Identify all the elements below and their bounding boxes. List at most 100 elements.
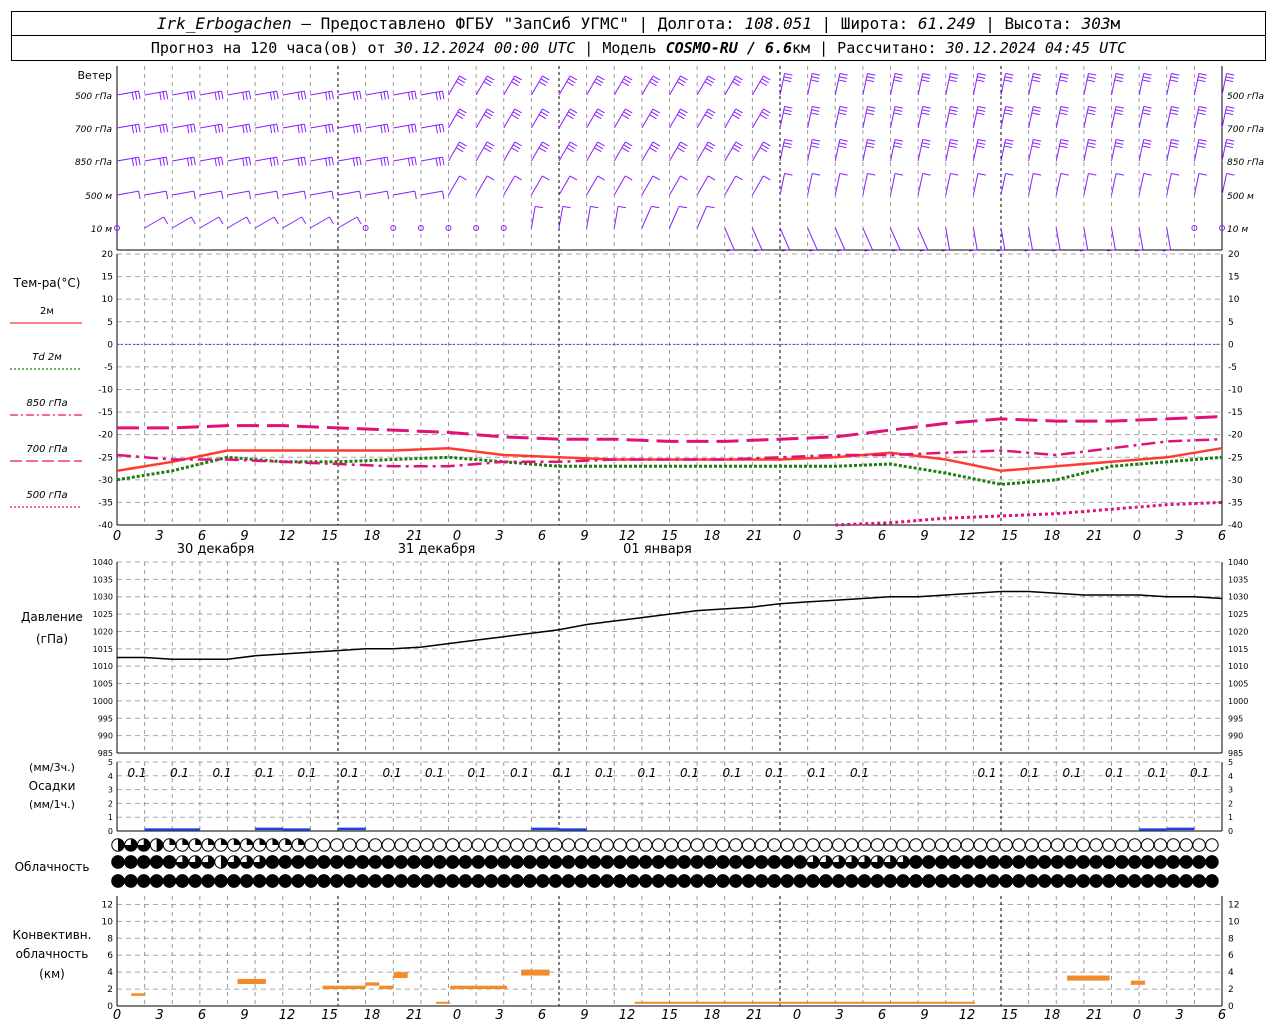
wind-barb-flag <box>1225 145 1234 149</box>
wind-barb-flag <box>595 111 604 117</box>
wind-barb-flag <box>1226 138 1235 142</box>
conv-hour-label: 15 <box>321 1008 338 1023</box>
wind-barb-staff <box>503 175 516 196</box>
wind-barb-flag <box>1198 105 1207 109</box>
conv-ytick-right: 8 <box>1228 934 1234 944</box>
precip-bar <box>282 828 311 831</box>
cloud-upper-icon <box>960 838 975 852</box>
cloud-upper-icon <box>433 838 447 852</box>
cloud-lower-icon-fill <box>445 874 460 888</box>
cloud-middle-icon-fill <box>220 855 228 869</box>
conv-hour-label: 12 <box>959 1008 976 1023</box>
wind-barb-flag <box>625 141 633 147</box>
wind-barb-staff <box>1083 173 1089 196</box>
wind-barb-flag <box>459 108 467 114</box>
wind-barb-flag <box>1143 105 1152 109</box>
wind-barb-flag <box>650 78 659 84</box>
wind-barb-flag <box>894 172 904 176</box>
precip-bar <box>559 828 587 831</box>
cloud-upper-icon <box>626 838 640 852</box>
wind-barb-flag <box>784 172 793 176</box>
cloud-upper-icon <box>355 838 370 852</box>
wind-barb-flag <box>865 145 875 149</box>
cloud-middle-icon-fill <box>1115 855 1129 869</box>
wind-barb-flag <box>783 145 792 149</box>
wind-barb-flag <box>625 75 633 81</box>
cloud-middle-icon-fill <box>536 855 550 869</box>
conv-ytick: 4 <box>107 968 113 978</box>
cloud-lower-icon-fill <box>420 874 434 888</box>
wind-barb-staff <box>1166 227 1172 250</box>
wind-barb-flag <box>1004 109 1013 112</box>
wind-barb-flag <box>131 125 135 134</box>
cloud-middle-icon-fill <box>1128 855 1142 869</box>
wind-barb-flag <box>1169 79 1178 83</box>
cloud-upper-icon <box>1012 838 1026 852</box>
cloud-upper-icon-fill <box>259 838 266 845</box>
temp-hour-label: 18 <box>1044 529 1061 544</box>
cloud-middle-icon-fill <box>304 855 318 869</box>
wind-barb-flag <box>438 124 442 133</box>
pres-ytick-right: 1015 <box>1228 645 1248 654</box>
conv-hour-label: 0 <box>1133 1008 1141 1023</box>
wind-barb-flag <box>483 81 492 87</box>
wind-barb-flag <box>162 157 165 166</box>
cloud-middle-icon-fill <box>561 855 576 869</box>
wind-barb-flag <box>733 78 742 84</box>
cloud-upper-icon-fill <box>246 838 253 845</box>
wind-barb-staff <box>724 175 737 196</box>
wind-barb-flag <box>1087 142 1096 145</box>
wind-barb-flag <box>221 124 224 133</box>
wind-barb-flag <box>1060 109 1069 112</box>
cloud-lower-icon-fill <box>587 874 601 888</box>
cloud-lower-icon-fill <box>600 874 614 888</box>
wind-barb-staff <box>171 216 192 229</box>
wind-barb-flag <box>214 125 217 134</box>
cloud-lower-icon-fill <box>1037 874 1052 888</box>
temp-ytick: -25 <box>98 453 113 463</box>
temp-hour-label: 9 <box>580 529 588 544</box>
cloud-upper-icon-fill <box>233 838 241 845</box>
cloud-upper-icon-fill <box>156 838 163 852</box>
wind-title: Ветер <box>78 69 112 82</box>
cloud-middle-icon-fill <box>973 855 987 869</box>
wind-barb-flag <box>165 124 169 133</box>
wind-barb-flag <box>1059 145 1068 149</box>
precip-ytick: 1 <box>108 813 113 822</box>
wind-barb-flag <box>542 75 550 81</box>
precip-value-label: 0.1 <box>467 766 486 780</box>
cloud-middle-icon-fill <box>458 855 473 869</box>
wind-barb-staff <box>1055 227 1061 250</box>
wind-barb-staff <box>116 190 139 196</box>
temp-hour-label: 6 <box>538 529 546 544</box>
wind-barb-flag <box>1142 76 1151 79</box>
cloud-middle-icon-fill <box>1089 855 1103 869</box>
conv-hour-label: 0 <box>113 1008 121 1023</box>
wind-barb-flag <box>414 191 417 200</box>
wind-barb-staff <box>917 227 929 250</box>
wind-barb-flag <box>1198 138 1207 142</box>
wind-barb-flag <box>134 91 138 100</box>
cloud-lower-icon-fill <box>767 874 782 888</box>
wind-barb-flag <box>763 108 771 114</box>
wind-barb-flag <box>783 109 792 112</box>
wind-barb-flag <box>759 114 768 120</box>
wind-barb-flag <box>459 175 467 181</box>
wind-barb-flag <box>866 76 875 79</box>
wind-barb-flag <box>407 125 411 134</box>
wind-barb-flag <box>676 81 685 87</box>
conv-hour-label: 12 <box>279 1008 296 1023</box>
wind-barb-flag <box>442 124 445 133</box>
cloud-lower-icon-fill <box>870 874 885 888</box>
wind-barb-flag <box>921 109 930 112</box>
cloud-upper-icon <box>1037 838 1052 852</box>
wind-barb-flag <box>485 111 493 117</box>
wind-barb-flag <box>1060 172 1069 176</box>
wind-barb-flag <box>735 75 743 81</box>
cloud-middle-icon-fill <box>1025 855 1039 869</box>
wind-barb-flag <box>1226 72 1235 76</box>
cloud-upper-icon <box>510 838 524 852</box>
wind-barb-flag <box>165 191 169 200</box>
cloud-middle-icon-fill <box>729 855 743 869</box>
wind-barb-flag <box>411 124 414 133</box>
